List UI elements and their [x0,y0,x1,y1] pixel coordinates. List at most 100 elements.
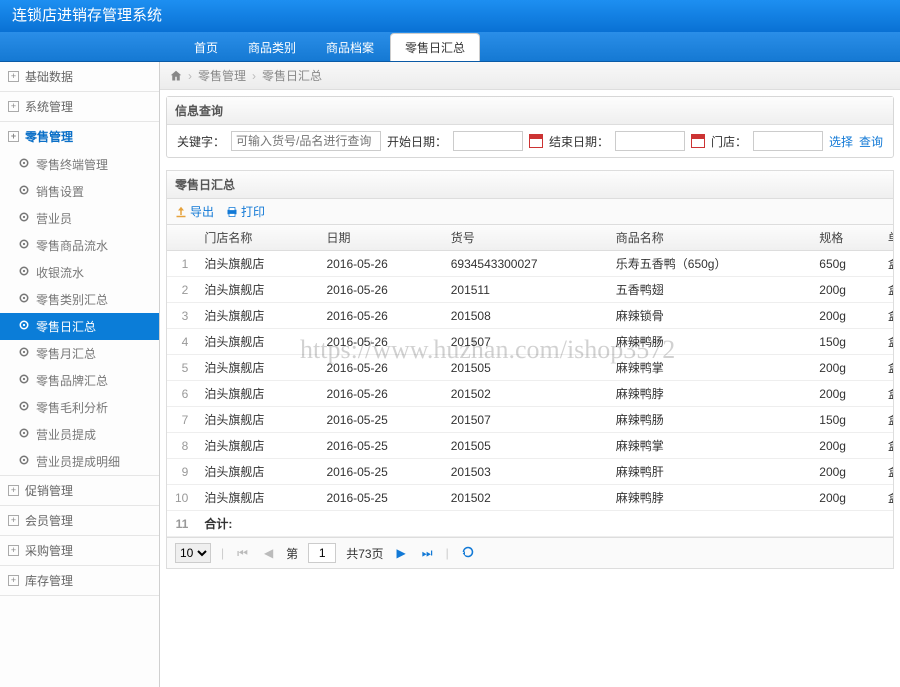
table-cell: 麻辣鸭掌 [608,433,812,459]
table-row[interactable]: 7泊头旗舰店2016-05-25201507麻辣鸭肠150g盒1 [167,407,894,433]
total-pages: 共73页 [346,545,383,562]
sidebar-group-2[interactable]: +零售管理 [0,122,159,151]
search-link[interactable]: 查询 [859,133,883,150]
pager: 10 | ⏮ ◀ 第 共73页 ▶ ⏭ | [166,538,894,569]
start-date-input[interactable] [453,131,523,151]
sidebar-item-2-4[interactable]: 收银流水 [0,259,159,286]
tab-0[interactable]: 首页 [180,34,232,61]
sidebar-item-2-5[interactable]: 零售类别汇总 [0,286,159,313]
end-date-label: 结束日期： [549,133,609,150]
calendar-icon[interactable] [691,134,705,148]
table-row[interactable]: 2泊头旗舰店2016-05-26201511五香鸭翅200g盒1 [167,277,894,303]
sidebar-item-2-9[interactable]: 零售毛利分析 [0,394,159,421]
export-button[interactable]: 导出 [175,203,214,220]
table-cell: 盒 [880,407,894,433]
table-row[interactable]: 4泊头旗舰店2016-05-26201507麻辣鸭肠150g盒3 [167,329,894,355]
sidebar-item-2-11[interactable]: 营业员提成明细 [0,448,159,475]
last-page-button[interactable]: ⏭ [419,546,436,561]
sidebar-group-3[interactable]: +促销管理 [0,476,159,505]
table-row[interactable]: 10泊头旗舰店2016-05-25201502麻辣鸭脖200g盒1 [167,485,894,511]
col-header-5[interactable]: 单位 [880,225,894,251]
table-cell: 150g [811,407,880,433]
shop-input[interactable] [753,131,823,151]
gear-icon [18,454,30,469]
sidebar-group-4[interactable]: +会员管理 [0,506,159,535]
gear-icon [18,346,30,361]
sidebar-item-2-3[interactable]: 零售商品流水 [0,232,159,259]
crumb-1[interactable]: 零售管理 [198,67,246,84]
first-page-button[interactable]: ⏮ [234,546,251,561]
table-cell: 麻辣鸭肝 [608,459,812,485]
table-cell: 麻辣锁骨 [608,303,812,329]
col-header-4[interactable]: 规格 [811,225,880,251]
table-row[interactable]: 6泊头旗舰店2016-05-26201502麻辣鸭脖200g盒1 [167,381,894,407]
table-row[interactable]: 5泊头旗舰店2016-05-26201505麻辣鸭掌200g盒1 [167,355,894,381]
table-cell: 201505 [443,355,608,381]
sidebar-item-2-10[interactable]: 营业员提成 [0,421,159,448]
table-row[interactable]: 9泊头旗舰店2016-05-25201503麻辣鸭肝200g盒1 [167,459,894,485]
table-cell: 201507 [443,407,608,433]
col-header-1[interactable]: 日期 [318,225,442,251]
page-input[interactable] [308,543,336,563]
export-icon [175,206,187,218]
grid-toolbar: 导出 打印 [166,198,894,224]
print-button[interactable]: 打印 [226,203,265,220]
refresh-button[interactable] [459,546,477,561]
select-link[interactable]: 选择 [829,133,853,150]
calendar-icon[interactable] [529,134,543,148]
tab-2[interactable]: 商品档案 [312,34,388,61]
table-cell: 201511 [443,277,608,303]
col-header-2[interactable]: 货号 [443,225,608,251]
main-area: › 零售管理 › 零售日汇总 信息查询 关键字： 开始日期： 结束日期： 门店：… [160,62,900,687]
breadcrumb: › 零售管理 › 零售日汇总 [160,62,900,90]
print-label: 打印 [241,203,265,220]
sidebar-item-label: 零售商品流水 [36,237,108,254]
keyword-input[interactable] [231,131,381,151]
table-cell: 201507 [443,329,608,355]
table-cell: 麻辣鸭脖 [608,485,812,511]
home-icon[interactable] [170,70,182,82]
table-row[interactable]: 3泊头旗舰店2016-05-26201508麻辣锁骨200g盒1 [167,303,894,329]
page-size-select[interactable]: 10 [175,543,211,563]
data-table: 门店名称日期货号商品名称规格单位销售数量 1泊头旗舰店2016-05-26693… [167,225,894,537]
table-cell: 201502 [443,485,608,511]
sidebar-group-5[interactable]: +采购管理 [0,536,159,565]
table-cell: 2016-05-25 [318,459,442,485]
gear-icon [18,184,30,199]
crumb-2[interactable]: 零售日汇总 [262,67,322,84]
sidebar-group-6[interactable]: + 库存管理 [0,566,159,595]
next-page-button[interactable]: ▶ [394,546,409,560]
sidebar-item-label: 收银流水 [36,264,84,281]
sidebar-item-2-7[interactable]: 零售月汇总 [0,340,159,367]
sidebar-item-2-0[interactable]: 零售终端管理 [0,151,159,178]
table-cell: 200g [811,459,880,485]
sidebar-item-2-8[interactable]: 零售品牌汇总 [0,367,159,394]
sidebar-item-2-2[interactable]: 营业员 [0,205,159,232]
pager-divider: | [221,546,224,560]
table-cell: 201502 [443,381,608,407]
tab-3[interactable]: 零售日汇总 [390,33,480,61]
tab-1[interactable]: 商品类别 [234,34,310,61]
table-cell: 2016-05-26 [318,355,442,381]
table-row[interactable]: 8泊头旗舰店2016-05-25201505麻辣鸭掌200g盒1 [167,433,894,459]
col-header-0[interactable]: 门店名称 [196,225,318,251]
grid-title: 零售日汇总 [166,170,894,198]
table-row[interactable]: 1泊头旗舰店2016-05-266934543300027乐寿五香鸭（650g）… [167,251,894,277]
table-cell: 2016-05-25 [318,485,442,511]
table-cell: 6934543300027 [443,251,608,277]
query-row: 关键字： 开始日期： 结束日期： 门店： 选择 查询 [167,125,893,157]
col-header-3[interactable]: 商品名称 [608,225,812,251]
end-date-input[interactable] [615,131,685,151]
sidebar-group-label: 库存管理 [25,572,73,589]
table-cell: 乐寿五香鸭（650g） [608,251,812,277]
sidebar-item-2-6[interactable]: 零售日汇总 [0,313,159,340]
sidebar-group-0[interactable]: +基础数据 [0,62,159,91]
sidebar-item-2-1[interactable]: 销售设置 [0,178,159,205]
gear-icon [18,238,30,253]
sidebar-group-1[interactable]: +系统管理 [0,92,159,121]
prev-page-button[interactable]: ◀ [261,546,276,560]
expand-icon: + [8,575,19,586]
gear-icon [18,157,30,172]
gear-icon [18,211,30,226]
sidebar-group-label: 系统管理 [25,98,73,115]
